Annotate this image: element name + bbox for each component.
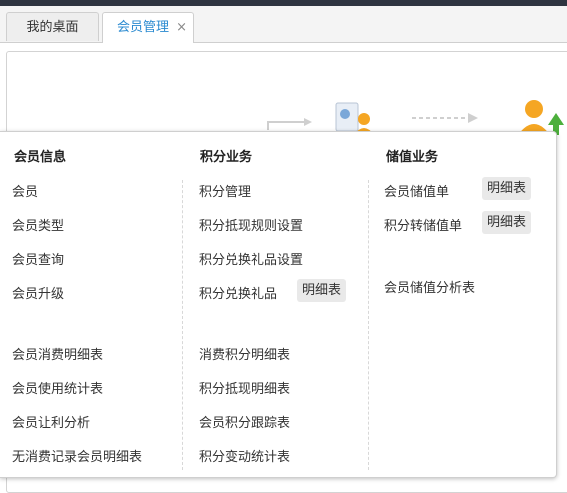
menu-item-member-discount-analysis[interactable]: 会员让利分析	[12, 412, 90, 431]
flow-arrow-icon	[412, 113, 478, 123]
member-card-icon	[335, 102, 374, 135]
menu-item-points-gift-settings[interactable]: 积分兑换礼品设置	[199, 249, 303, 268]
tab-member-management[interactable]: 会员管理 ×	[102, 12, 194, 43]
menu-item-no-consumption-member-detail[interactable]: 无消费记录会员明细表	[12, 446, 142, 465]
member-upgrade-icon	[518, 100, 564, 135]
menu-item-points-gift-exchange[interactable]: 积分兑换礼品	[199, 283, 277, 302]
close-icon[interactable]: ×	[176, 13, 187, 42]
tab-label: 会员管理	[117, 20, 170, 35]
column-heading-points: 积分业务	[200, 150, 253, 165]
menu-item-member-consumption-detail[interactable]: 会员消费明细表	[12, 344, 103, 363]
points-to-stored-detail-button[interactable]: 明细表	[482, 211, 532, 234]
menu-item-member-stored-value-order[interactable]: 会员储值单	[384, 181, 449, 200]
stored-value-detail-button[interactable]: 明细表	[482, 177, 532, 200]
column-heading-member-info: 会员信息	[14, 150, 67, 165]
column-heading-stored-value: 储值业务	[386, 150, 439, 165]
column-divider	[368, 180, 369, 470]
flow-arrow-icon	[267, 118, 312, 130]
tab-my-desktop[interactable]: 我的桌面	[6, 12, 99, 41]
menu-item-member-upgrade[interactable]: 会员升级	[12, 283, 64, 302]
menu-item-member[interactable]: 会员	[12, 181, 38, 200]
menu-item-consumption-points-detail[interactable]: 消费积分明细表	[199, 344, 290, 363]
menu-item-points-management[interactable]: 积分管理	[199, 181, 251, 200]
menu-item-points-cash-rule-settings[interactable]: 积分抵现规则设置	[199, 215, 303, 234]
menu-item-points-cash-detail[interactable]: 积分抵现明细表	[199, 378, 290, 397]
menu-item-stored-value-analysis[interactable]: 会员储值分析表	[384, 277, 475, 296]
menu-item-points-change-stats[interactable]: 积分变动统计表	[199, 446, 290, 465]
menu-item-member-usage-stats[interactable]: 会员使用统计表	[12, 378, 103, 397]
menu-item-points-to-stored-value[interactable]: 积分转储值单	[384, 215, 462, 234]
menu-item-member-type[interactable]: 会员类型	[12, 215, 64, 234]
column-divider	[182, 180, 183, 470]
menu-item-member-points-tracking[interactable]: 会员积分跟踪表	[199, 412, 290, 431]
tab-bar: 我的桌面 会员管理 ×	[0, 6, 567, 43]
tab-label: 我的桌面	[26, 20, 79, 35]
member-menu-popup: 会员信息 会员 会员类型 会员查询 会员升级 会员消费明细表 会员使用统计表 会…	[0, 131, 557, 478]
points-gift-detail-button[interactable]: 明细表	[297, 279, 347, 302]
menu-item-member-query[interactable]: 会员查询	[12, 249, 64, 268]
